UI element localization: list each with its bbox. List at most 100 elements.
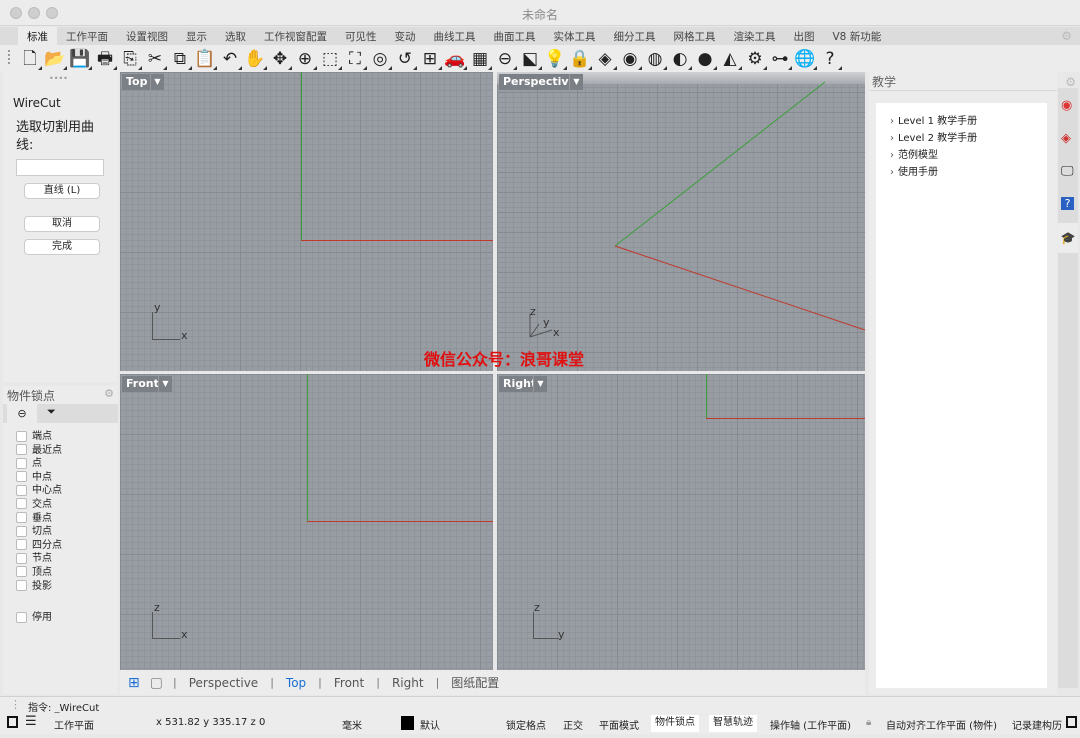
- layers-icon[interactable]: ◈: [1061, 131, 1071, 146]
- tab[interactable]: 变动: [386, 27, 425, 45]
- layer-icon[interactable]: ◈: [593, 47, 617, 71]
- planar-toggle[interactable]: 平面模式: [599, 717, 639, 732]
- zoom-selected-icon[interactable]: ◎: [368, 47, 392, 71]
- panel-grip[interactable]: ••••: [49, 74, 68, 83]
- osnap-checkbox[interactable]: [16, 444, 27, 456]
- osnap-checkbox[interactable]: [16, 512, 27, 524]
- smarttrack-toggle[interactable]: 智慧轨迹: [709, 715, 757, 732]
- display-icon[interactable]: 🖵: [1061, 164, 1074, 179]
- gear-icon[interactable]: ⚙: [1061, 29, 1072, 43]
- spotlight-icon[interactable]: ◭: [718, 47, 742, 71]
- viewport-tab[interactable]: Front: [322, 676, 376, 690]
- zoom-extents-icon[interactable]: ⛶: [343, 47, 367, 71]
- tab[interactable]: 设置视图: [117, 27, 177, 45]
- color-wheel-icon[interactable]: ◉: [618, 47, 642, 71]
- osnap-toggle[interactable]: 物件锁点: [651, 715, 699, 732]
- chevron-down-icon[interactable]: ▼: [533, 376, 547, 392]
- new-icon[interactable]: 🗋: [18, 47, 42, 71]
- grid-snap-toggle[interactable]: 锁定格点: [506, 717, 546, 732]
- osnap-tab-icon[interactable]: ⊖: [7, 404, 37, 423]
- chevron-right-icon[interactable]: ›: [890, 133, 894, 144]
- help-icon[interactable]: ?: [1061, 197, 1074, 210]
- tab[interactable]: 渲染工具: [725, 27, 785, 45]
- paste-icon[interactable]: 📋: [193, 47, 217, 71]
- osnap-item[interactable]: 节点: [16, 552, 62, 566]
- viewport-tab[interactable]: Top: [274, 676, 318, 690]
- osnap-checkbox[interactable]: [16, 580, 27, 592]
- osnap-item[interactable]: 点: [16, 457, 62, 471]
- grid-icon[interactable]: ▦: [468, 47, 492, 71]
- units[interactable]: 毫米: [342, 717, 362, 732]
- globe-icon[interactable]: 🌐: [793, 47, 817, 71]
- viewport-layout-icon[interactable]: ⊞: [418, 47, 442, 71]
- tree-item[interactable]: › 范例模型: [890, 147, 1047, 164]
- gear-icon[interactable]: ⚙: [104, 387, 114, 400]
- osnap-checkbox[interactable]: [16, 430, 27, 442]
- gumball-toggle[interactable]: 操作轴 (工作平面): [770, 717, 851, 732]
- select-icon[interactable]: ⬕: [518, 47, 542, 71]
- tree-item[interactable]: › Level 2 教学手册: [890, 130, 1047, 147]
- osnap-icon[interactable]: ⊖: [493, 47, 517, 71]
- chevron-right-icon[interactable]: ›: [890, 150, 894, 161]
- tab[interactable]: 出图: [785, 27, 824, 45]
- light-icon[interactable]: 💡: [543, 47, 567, 71]
- tab[interactable]: 选取: [216, 27, 255, 45]
- viewport-title-top[interactable]: Top: [122, 74, 152, 90]
- osnap-item[interactable]: 垂点: [16, 512, 62, 526]
- tab[interactable]: 可见性: [336, 27, 386, 45]
- osnap-checkbox[interactable]: [16, 471, 27, 483]
- rotate-view-icon[interactable]: ✥: [268, 47, 292, 71]
- command-line[interactable]: ⋮ 指令: _WireCut: [0, 696, 1080, 714]
- viewport-grid-icon[interactable]: ⊞: [128, 675, 140, 691]
- tree-item[interactable]: › Level 1 教学手册: [890, 113, 1047, 130]
- line-option-button[interactable]: 直线 (L): [24, 183, 100, 199]
- viewport-tab[interactable]: 图纸配置: [439, 674, 511, 691]
- osnap-item[interactable]: 最近点: [16, 444, 62, 458]
- osnap-checkbox[interactable]: [16, 539, 27, 551]
- tab[interactable]: 曲线工具: [425, 27, 485, 45]
- osnap-item[interactable]: 端点: [16, 430, 62, 444]
- chevron-right-icon[interactable]: ›: [890, 116, 894, 127]
- chevron-down-icon[interactable]: ▼: [150, 74, 164, 90]
- osnap-checkbox[interactable]: [16, 525, 27, 537]
- panel-toggle-icon[interactable]: [1066, 716, 1077, 728]
- osnap-checkbox[interactable]: [16, 484, 27, 496]
- viewport-title-perspective[interactable]: Perspective: [499, 74, 581, 90]
- zoom-window-icon[interactable]: ⬚: [318, 47, 342, 71]
- tree-item[interactable]: › 使用手册: [890, 164, 1047, 181]
- color-wheel-icon[interactable]: ◉: [1061, 98, 1072, 113]
- print-icon[interactable]: 🖶: [93, 47, 117, 71]
- graduation-cap-icon[interactable]: 🎓: [1058, 223, 1078, 253]
- help-icon[interactable]: ?: [818, 47, 842, 71]
- tab[interactable]: 细分工具: [605, 27, 665, 45]
- osnap-item[interactable]: 投影: [16, 580, 62, 594]
- viewport-title-front[interactable]: Front: [122, 376, 163, 392]
- viewport-right[interactable]: z y Right ▼: [497, 374, 865, 670]
- done-button[interactable]: 完成: [24, 239, 100, 255]
- undo-icon[interactable]: ↶: [218, 47, 242, 71]
- cut-icon[interactable]: ✂: [143, 47, 167, 71]
- layer-color-swatch[interactable]: [401, 716, 414, 730]
- osnap-item[interactable]: 四分点: [16, 539, 62, 553]
- render-sphere-icon[interactable]: ●: [693, 47, 717, 71]
- gear-settings-icon[interactable]: ⚙: [743, 47, 767, 71]
- current-layer[interactable]: 默认: [420, 717, 440, 732]
- tab[interactable]: 实体工具: [545, 27, 605, 45]
- tab[interactable]: 标准: [18, 27, 57, 45]
- zoom-icon[interactable]: ⊕: [293, 47, 317, 71]
- ortho-toggle[interactable]: 正交: [563, 717, 583, 732]
- chevron-down-icon[interactable]: ▼: [569, 74, 583, 90]
- panel-toggle-icon[interactable]: [7, 716, 18, 728]
- copy-icon[interactable]: ⧉: [168, 47, 192, 71]
- osnap-checkbox[interactable]: [16, 552, 27, 564]
- tab[interactable]: V8 新功能: [824, 27, 891, 45]
- osnap-item[interactable]: 中点: [16, 471, 62, 485]
- osnap-item[interactable]: 交点: [16, 498, 62, 512]
- tab[interactable]: 网格工具: [665, 27, 725, 45]
- osnap-item[interactable]: 顶点: [16, 566, 62, 580]
- wireframe-sphere-icon[interactable]: ◍: [643, 47, 667, 71]
- import-icon[interactable]: ⎘: [118, 47, 142, 71]
- tab[interactable]: 工作平面: [57, 27, 117, 45]
- disable-checkbox[interactable]: [16, 611, 27, 623]
- chevron-right-icon[interactable]: ›: [890, 167, 894, 178]
